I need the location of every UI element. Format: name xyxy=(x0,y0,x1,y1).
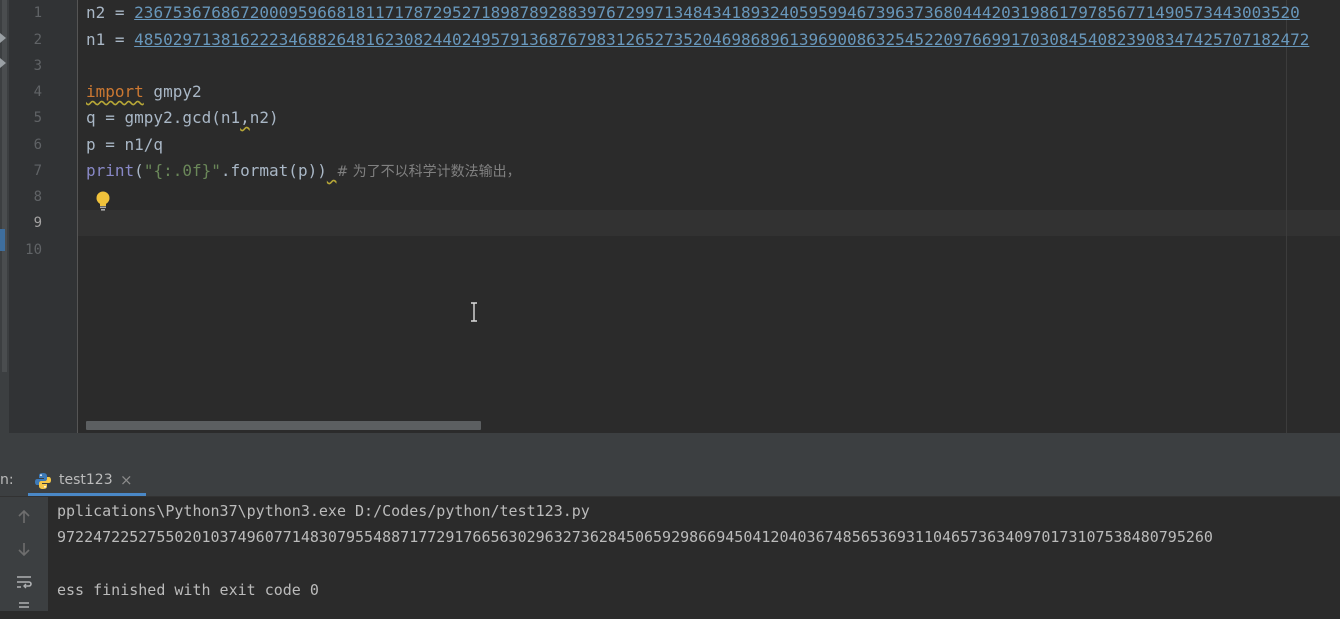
line-number: 1 xyxy=(33,5,42,21)
change-marker xyxy=(0,229,5,251)
right-margin-guide xyxy=(1286,0,1287,433)
line-number: 3 xyxy=(33,58,42,74)
line-number: 7 xyxy=(33,163,42,179)
code-line-5[interactable]: q = gmpy2.gcd(n1,n2) xyxy=(86,105,279,131)
line-number-current: 9 xyxy=(33,215,42,231)
code-comment: # 为了不以科学计数法输出， xyxy=(336,164,521,180)
lightbulb-icon[interactable] xyxy=(94,190,112,212)
console-line: ess finished with exit code 0 xyxy=(57,581,319,599)
line-number-gutter: 1 2 3 4 5 6 7 8 9 10 xyxy=(9,0,77,433)
run-panel-label: n: xyxy=(0,472,14,488)
run-tab-test123[interactable]: test123 × xyxy=(28,464,146,496)
console-toolbar xyxy=(0,497,48,611)
code-text: ( xyxy=(134,161,144,180)
print-builtin: print xyxy=(86,161,135,180)
current-line-highlight xyxy=(78,210,1340,236)
left-tool-strip xyxy=(0,0,9,463)
code-editor[interactable]: n2 = 23675367686720009596681811717872952… xyxy=(78,0,1340,433)
arrow-down-icon[interactable] xyxy=(15,540,33,558)
module-name: gmpy2 xyxy=(143,82,202,101)
active-tab-indicator xyxy=(28,493,146,496)
number-literal: 4850297138162223468826481623082440249579… xyxy=(134,30,1310,49)
line-number: 2 xyxy=(33,32,42,48)
close-icon[interactable]: × xyxy=(120,471,133,489)
assign-prefix: n1 = xyxy=(86,30,135,49)
code-line-1[interactable]: n2 = 23675367686720009596681811717872952… xyxy=(86,0,1300,26)
line-number: 6 xyxy=(33,137,42,153)
bookmark-marker xyxy=(0,33,6,43)
code-line-4[interactable]: import gmpy2 xyxy=(86,79,202,105)
string-literal: "{:.0f}" xyxy=(143,161,221,180)
soft-wrap-icon[interactable] xyxy=(15,573,33,591)
code-line-2[interactable]: n1 = 48502971381622234688264816230824402… xyxy=(86,27,1309,53)
python-file-icon xyxy=(35,473,51,489)
console-line: 9722472252755020103749607714830795548871… xyxy=(57,528,1213,546)
line-number: 8 xyxy=(33,189,42,205)
import-keyword: import xyxy=(86,82,144,101)
code-line-6[interactable]: p = n1/q xyxy=(86,132,163,158)
panel-divider[interactable] xyxy=(0,433,1340,464)
code-text: q = gmpy2.gcd(n1 xyxy=(86,108,241,127)
assign-prefix: n2 = xyxy=(86,3,135,22)
scroll-to-end-icon[interactable] xyxy=(15,601,33,619)
code-text: n2) xyxy=(249,108,279,127)
run-tab-bar: n: test123 × xyxy=(0,464,1340,497)
line-number: 5 xyxy=(33,110,42,126)
number-literal: 2367536768672000959668181171787295271898… xyxy=(134,3,1300,22)
run-tab-label: test123 xyxy=(59,472,113,488)
code-line-7[interactable]: print("{:.0f}".format(p)) # 为了不以科学计数法输出， xyxy=(86,158,521,184)
console-line: pplications\Python37\python3.exe D:/Code… xyxy=(57,502,590,520)
code-text: .format(p)) xyxy=(220,161,327,180)
comma-warning: , xyxy=(240,108,250,127)
arrow-up-icon[interactable] xyxy=(15,508,33,526)
code-text: p = n1/q xyxy=(86,135,164,154)
line-number: 10 xyxy=(25,242,42,258)
bookmark-marker xyxy=(0,58,6,68)
line-number: 4 xyxy=(33,84,42,100)
left-scroll-thumb[interactable] xyxy=(2,0,7,372)
horizontal-scrollbar[interactable] xyxy=(86,421,481,430)
console-output[interactable]: pplications\Python37\python3.exe D:/Code… xyxy=(48,497,1340,611)
text-cursor-icon xyxy=(471,302,477,322)
